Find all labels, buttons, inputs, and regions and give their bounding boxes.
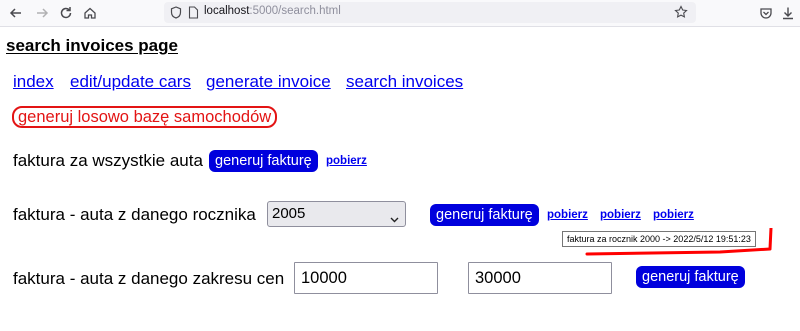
by-year-download-link-1[interactable]: pobierz — [547, 209, 588, 221]
url-path: :5000/search.html — [249, 5, 341, 17]
nav-link-search-invoices[interactable]: search invoices — [346, 72, 463, 92]
nav-link-edit-update-cars[interactable]: edit/update cars — [70, 72, 191, 92]
by-price-label: faktura - auta z danego zakresu cen — [13, 269, 285, 288]
price-min-input[interactable]: 10000 — [294, 262, 438, 294]
bookmark-star-icon[interactable] — [672, 3, 690, 21]
all-cars-download-link[interactable]: pobierz — [326, 155, 367, 167]
url-host: localhost — [204, 5, 250, 17]
browser-toolbar: localhost:5000/search.html — [0, 0, 800, 27]
pocket-icon[interactable] — [756, 3, 776, 23]
forward-arrow-icon[interactable] — [32, 3, 52, 23]
all-cars-generate-button[interactable]: generuj fakturę — [209, 150, 318, 172]
page-icon[interactable] — [184, 3, 202, 21]
year-select[interactable]: 2005 — [267, 201, 406, 227]
download-icon[interactable] — [778, 3, 798, 23]
nav-link-index[interactable]: index — [13, 72, 54, 92]
address-bar[interactable]: localhost:5000/search.html — [164, 2, 696, 23]
by-price-generate-button[interactable]: generuj fakturę — [636, 266, 745, 288]
home-icon[interactable] — [80, 3, 100, 23]
year-select-value: 2005 — [272, 205, 306, 222]
shield-icon[interactable] — [167, 3, 185, 21]
nav-link-generate-invoice[interactable]: generate invoice — [206, 72, 331, 92]
generate-random-db-button[interactable]: generuj losowo bazę samochodów — [12, 106, 278, 128]
by-year-generate-button[interactable]: generuj fakturę — [430, 204, 539, 226]
by-year-label: faktura - auta z danego rocznika — [13, 205, 256, 224]
reload-icon[interactable] — [56, 3, 76, 23]
by-year-download-link-2[interactable]: pobierz — [600, 209, 641, 221]
red-annotation-line — [585, 228, 773, 256]
page-title: search invoices page — [6, 36, 178, 55]
chevron-down-icon — [390, 210, 399, 228]
by-year-download-link-3[interactable]: pobierz — [653, 209, 694, 221]
price-max-input[interactable]: 30000 — [468, 262, 612, 294]
url-text[interactable]: localhost:5000/search.html — [204, 5, 341, 17]
all-cars-label: faktura za wszystkie auta — [13, 151, 203, 170]
back-arrow-icon[interactable] — [6, 3, 26, 23]
